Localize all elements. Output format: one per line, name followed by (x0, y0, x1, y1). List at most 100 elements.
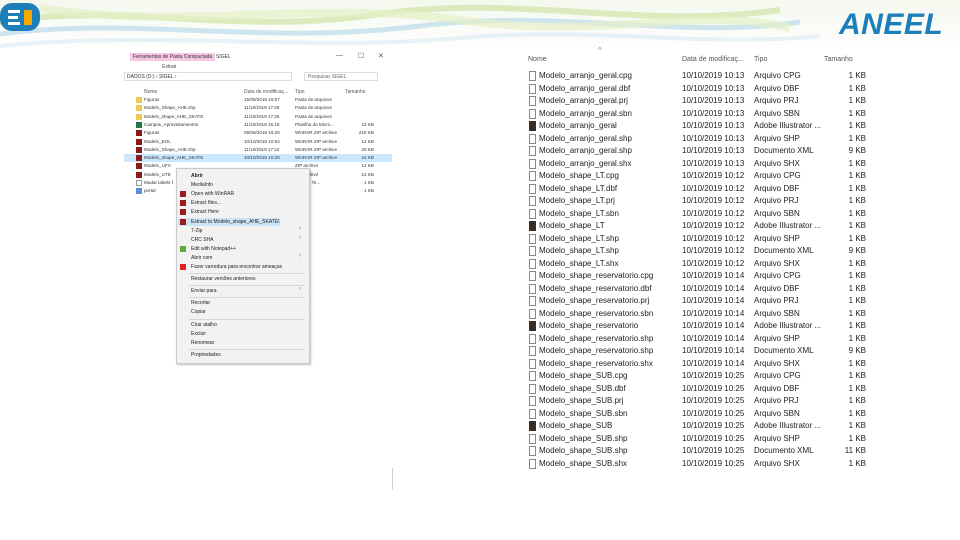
file-row[interactable]: Modelo_shape_SUB.cpg 10/10/2019 10:25 Ar… (528, 370, 868, 382)
file-name: Modelo_shape_LT.shp (539, 233, 619, 243)
column-name[interactable]: Nome (144, 89, 157, 95)
context-menu-item[interactable]: Propriedades (191, 351, 221, 359)
context-menu-item[interactable]: Extract files... (191, 199, 221, 207)
file-name: Modelo_Shape_AHE.shp (144, 146, 196, 152)
context-menu-item[interactable]: Edit with Notepad++ (191, 245, 236, 253)
file-icon (529, 396, 536, 406)
column-type[interactable]: Tipo (295, 89, 305, 95)
column-size[interactable]: Tamanho (345, 89, 366, 95)
file-row[interactable]: Modelo_shape_LT.dbf 10/10/2019 10:12 Arq… (528, 183, 868, 195)
file-row[interactable]: Modelo_arranjo_geral.shp 10/10/2019 10:1… (528, 133, 868, 145)
context-menu-item[interactable]: Copiar (191, 308, 206, 316)
file-row[interactable]: Modelo_shape_reservatorio.prj 10/10/2019… (528, 295, 868, 307)
menu-separator (189, 318, 305, 320)
file-row[interactable]: Modelo_shape_reservatorio.shp 10/10/2019… (528, 345, 868, 357)
column-name[interactable]: Nome (528, 56, 547, 63)
file-row[interactable]: Modelo_shape_SUB 10/10/2019 10:25 Adobe … (528, 420, 868, 432)
file-row[interactable]: Modelo_shape_LT.shp 10/10/2019 10:12 Arq… (528, 233, 868, 245)
address-bar[interactable]: DADOS (D:) › SIGEL › (124, 72, 292, 81)
file-row[interactable]: Modelo_arranjo_geral.prj 10/10/2019 10:1… (528, 95, 868, 107)
file-row[interactable]: Modelo_shape_LT.shp 10/10/2019 10:12 Doc… (528, 245, 868, 257)
close-icon[interactable]: ✕ (378, 52, 384, 60)
file-type: WinRAR ZIP archive (295, 130, 338, 136)
context-menu-item[interactable]: Fazer varredura para encontrar ameaças (191, 263, 282, 271)
file-date: 11/10/2019 17:25 (244, 113, 280, 119)
context-menu-item[interactable]: Recortar (191, 299, 210, 307)
file-row[interactable]: Modelo_arranjo_geral.cpg 10/10/2019 10:1… (528, 70, 868, 82)
file-row[interactable]: Modelo_shape_reservatorio 10/10/2019 10:… (528, 320, 868, 332)
file-icon (529, 296, 536, 306)
file-icon (529, 446, 536, 456)
file-row[interactable]: Modelo_Shape_AHE.shp 11/10/2019 17:22 Wi… (124, 146, 392, 154)
file-size: 1 KB (848, 196, 866, 205)
file-size: 1 KB (848, 121, 866, 130)
column-date[interactable]: Data de modificaç... (682, 56, 744, 63)
file-row[interactable]: Modelo_shape_reservatorio.shp 10/10/2019… (528, 333, 868, 345)
file-size: 1 KB (848, 383, 866, 393)
menu-separator (189, 297, 305, 299)
context-menu-item[interactable]: CRC SHA (191, 236, 214, 244)
ribbon-extract-tab[interactable]: Extrair (162, 64, 176, 70)
file-row[interactable]: Modelo_arranjo_geral.sbn 10/10/2019 10:1… (528, 108, 868, 120)
minimize-icon[interactable]: — (336, 52, 343, 59)
file-row[interactable]: Modelo_shape_reservatorio.sbn 10/10/2019… (528, 308, 868, 320)
file-row[interactable]: Modelo_shape_AHE_SKATE 10/10/2019 10:20 … (124, 154, 392, 163)
file-size: 12 KB (361, 138, 374, 144)
menu-separator (189, 348, 305, 350)
winrar-icon (180, 209, 186, 216)
context-menu-item[interactable]: Open with WinRAR (191, 190, 234, 198)
winrar-icon (180, 191, 186, 198)
file-row[interactable]: Campos_Aproveitamentos 11/10/2019 15:18 … (124, 121, 392, 129)
file-name: Modelo_shape_reservatorio.prj (539, 296, 650, 305)
context-menu-item[interactable]: 7-Zip (191, 227, 202, 235)
file-type: Arquivo CPG (754, 171, 801, 180)
context-menu-item[interactable]: Abrir (191, 172, 203, 180)
winrar-icon (180, 218, 186, 225)
context-menu-item[interactable]: Criar atalho (191, 321, 217, 329)
file-row[interactable]: Modelo_shape_SUB.shp 10/10/2019 10:25 Ar… (528, 433, 868, 445)
file-row[interactable]: Modelo_shape_reservatorio.dbf 10/10/2019… (528, 283, 868, 295)
file-row[interactable]: Modelo_shape_SUB.sbn 10/10/2019 10:25 Ar… (528, 408, 868, 420)
column-size[interactable]: Tamanho (824, 56, 853, 63)
file-name: Modelo_shape_SUB.shp (539, 433, 628, 443)
file-row[interactable]: Modelo_arranjo_geral.shx 10/10/2019 10:1… (528, 158, 868, 170)
context-menu-item[interactable]: Abrir com (191, 254, 212, 262)
file-row[interactable]: Modelo_Shape_AHE.shp 11/10/2019 17:26 Pa… (124, 104, 392, 112)
file-row[interactable]: Modelo_shape_reservatorio.cpg 10/10/2019… (528, 270, 868, 282)
maximize-icon[interactable]: ☐ (358, 52, 364, 60)
file-row[interactable]: Figuras 09/08/2019 16:26 WinRAR ZIP arch… (124, 129, 392, 137)
folder-icon (136, 105, 142, 112)
file-row[interactable]: Figuras 15/08/2019 16:07 Pasta de arquiv… (124, 96, 392, 104)
file-row[interactable]: Modelo_EOL 10/10/2019 10:54 WinRAR ZIP a… (124, 138, 392, 146)
context-menu-item[interactable]: Extract to Modelo_shape_AHE_SKATE\ (178, 217, 280, 226)
context-menu-item[interactable]: MediaInfo (191, 181, 213, 189)
context-menu-item[interactable]: Enviar para (191, 287, 217, 295)
column-date[interactable]: Data de modificaç... (244, 89, 288, 95)
file-row[interactable]: Modelo_shape_SUB.shx 10/10/2019 10:25 Ar… (528, 458, 868, 470)
file-row[interactable]: Modelo_shape_SUB.prj 10/10/2019 10:25 Ar… (528, 395, 868, 407)
column-type[interactable]: Tipo (754, 56, 767, 63)
file-size: 1 KB (848, 158, 866, 168)
context-menu-item[interactable]: Restaurar versões anteriores (191, 275, 255, 283)
file-row[interactable]: Modelo_shape_LT.cpg 10/10/2019 10:12 Arq… (528, 170, 868, 182)
file-row[interactable]: Modelo_shape_LT.prj 10/10/2019 10:12 Arq… (528, 195, 868, 207)
file-row[interactable]: Modelo_shape_reservatorio.shx 10/10/2019… (528, 358, 868, 370)
file-date: 10/10/2019 10:12 (682, 246, 745, 255)
search-input[interactable]: Pesquisar SIGEL (304, 72, 378, 81)
file-row[interactable]: Modelo_shape_AHE_SKATE 11/10/2019 17:25 … (124, 113, 392, 121)
context-menu-item[interactable]: Renomear (191, 339, 214, 347)
file-row[interactable]: Modelo_shape_LT 10/10/2019 10:12 Adobe I… (528, 220, 868, 232)
file-row[interactable]: Modelo_arranjo_geral.shp 10/10/2019 10:1… (528, 145, 868, 157)
file-type: WinRAR ZIP archive (295, 138, 338, 144)
file-row[interactable]: Modelo_shape_SUB.shp 10/10/2019 10:25 Do… (528, 445, 868, 457)
file-row[interactable]: Modelo_shape_LT.shx 10/10/2019 10:12 Arq… (528, 258, 868, 270)
ribbon-tab-compressed-tools[interactable]: Ferramentas de Pasta Compactada (130, 53, 216, 61)
file-type: Pasta de arquivos (295, 105, 332, 111)
file-icon (529, 433, 536, 444)
file-row[interactable]: Modelo_arranjo_geral.dbf 10/10/2019 10:1… (528, 83, 868, 95)
file-row[interactable]: Modelo_arranjo_geral 10/10/2019 10:13 Ad… (528, 120, 868, 132)
context-menu-item[interactable]: Excluir (191, 330, 206, 338)
file-row[interactable]: Modelo_shape_SUB.dbf 10/10/2019 10:25 Ar… (528, 383, 868, 395)
context-menu-item[interactable]: Extract Here (191, 208, 219, 216)
file-row[interactable]: Modelo_shape_LT.sbn 10/10/2019 10:12 Arq… (528, 208, 868, 220)
